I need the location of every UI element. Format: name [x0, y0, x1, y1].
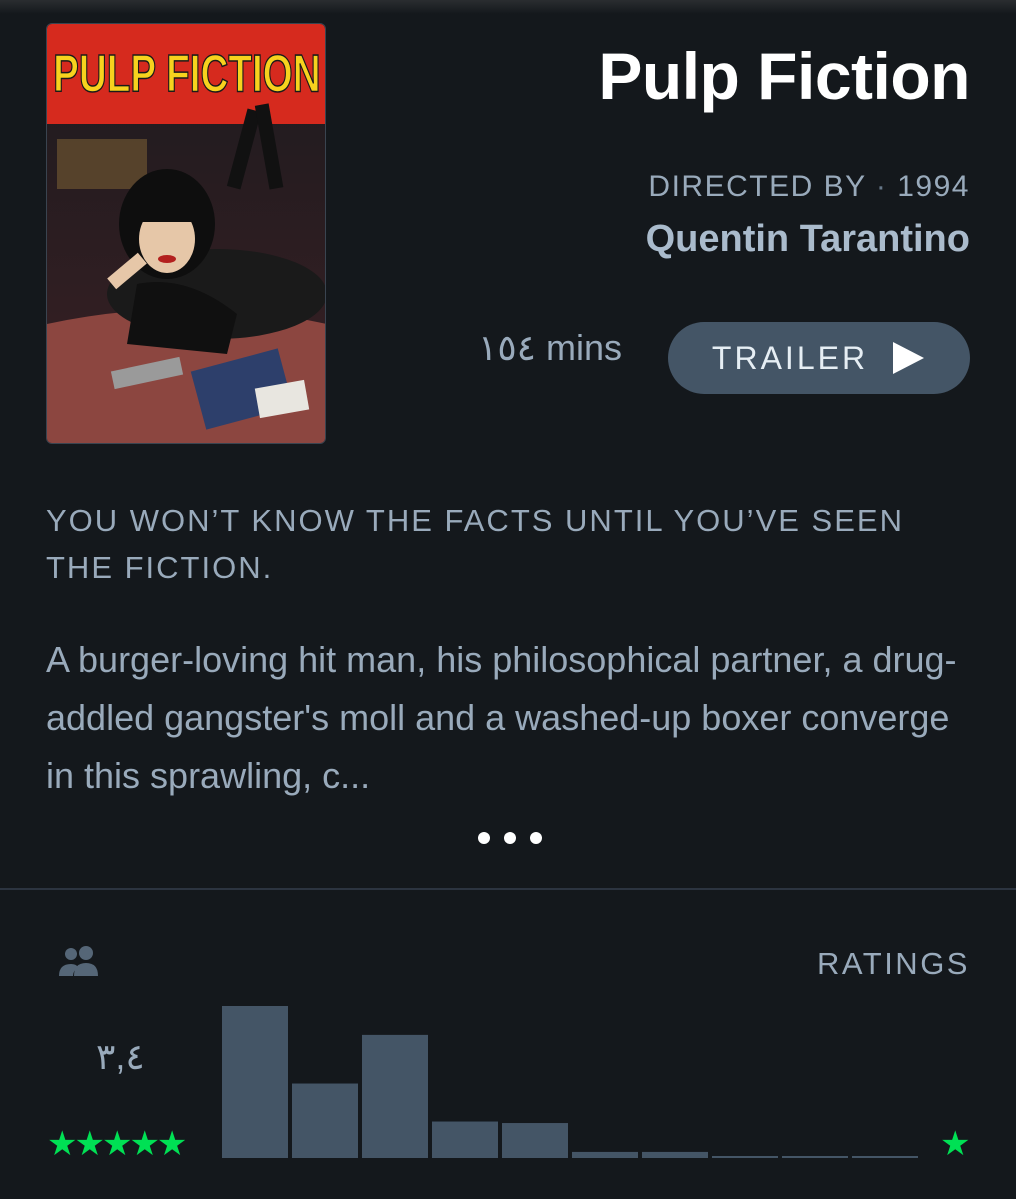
ratings-label: RATINGS — [817, 946, 970, 981]
directed-by-line: DIRECTED BY · 1994 — [648, 170, 970, 204]
trailer-label: TRAILER — [711, 339, 869, 376]
people-icon[interactable] — [56, 944, 102, 978]
film-title: Pulp Fiction — [598, 39, 970, 113]
trailer-button[interactable]: TRAILER — [668, 322, 970, 394]
poster-title-text: PULP FICTION — [53, 44, 321, 103]
release-year[interactable]: 1994 — [897, 170, 970, 203]
dot — [504, 832, 516, 844]
average-rating[interactable]: ٣,٤ — [96, 1036, 145, 1078]
histogram-bar-4[interactable] — [362, 1034, 428, 1158]
histogram-bar-3[interactable] — [502, 1123, 568, 1158]
histogram-bar-2[interactable] — [642, 1151, 708, 1158]
runtime: ١٥٤ mins — [478, 327, 623, 368]
synopsis[interactable]: A burger-loving hit man, his philosophic… — [46, 631, 976, 805]
backdrop-fade — [0, 0, 1016, 14]
ellipsis-icon[interactable] — [478, 826, 542, 850]
one-star-rating-icon: ★ — [940, 1124, 971, 1164]
histogram-bar-3.5[interactable] — [432, 1121, 498, 1158]
play-icon — [893, 342, 925, 374]
histogram-bar-1.5[interactable] — [712, 1156, 778, 1158]
directed-by-label: DIRECTED BY — [648, 170, 867, 203]
section-divider — [0, 888, 1016, 890]
separator-dot: · — [875, 170, 888, 203]
director-name[interactable]: Quentin Tarantino — [646, 218, 970, 261]
histogram-bar-0.5[interactable] — [852, 1156, 918, 1158]
histogram-bar-1[interactable] — [782, 1156, 848, 1158]
film-poster[interactable]: PULP FICTION — [46, 23, 326, 444]
five-star-rating-icon: ★★★★★ — [47, 1124, 187, 1164]
tagline: YOU WON’T KNOW THE FACTS UNTIL YOU’VE SE… — [46, 503, 904, 585]
poster-artwork: PULP FICTION — [47, 24, 325, 443]
dot — [530, 832, 542, 844]
dot — [478, 832, 490, 844]
histogram-bar-5[interactable] — [222, 1006, 288, 1158]
histogram-bar-4.5[interactable] — [292, 1083, 358, 1158]
ratings-histogram — [222, 1006, 918, 1158]
histogram-bar-2.5[interactable] — [572, 1151, 638, 1158]
